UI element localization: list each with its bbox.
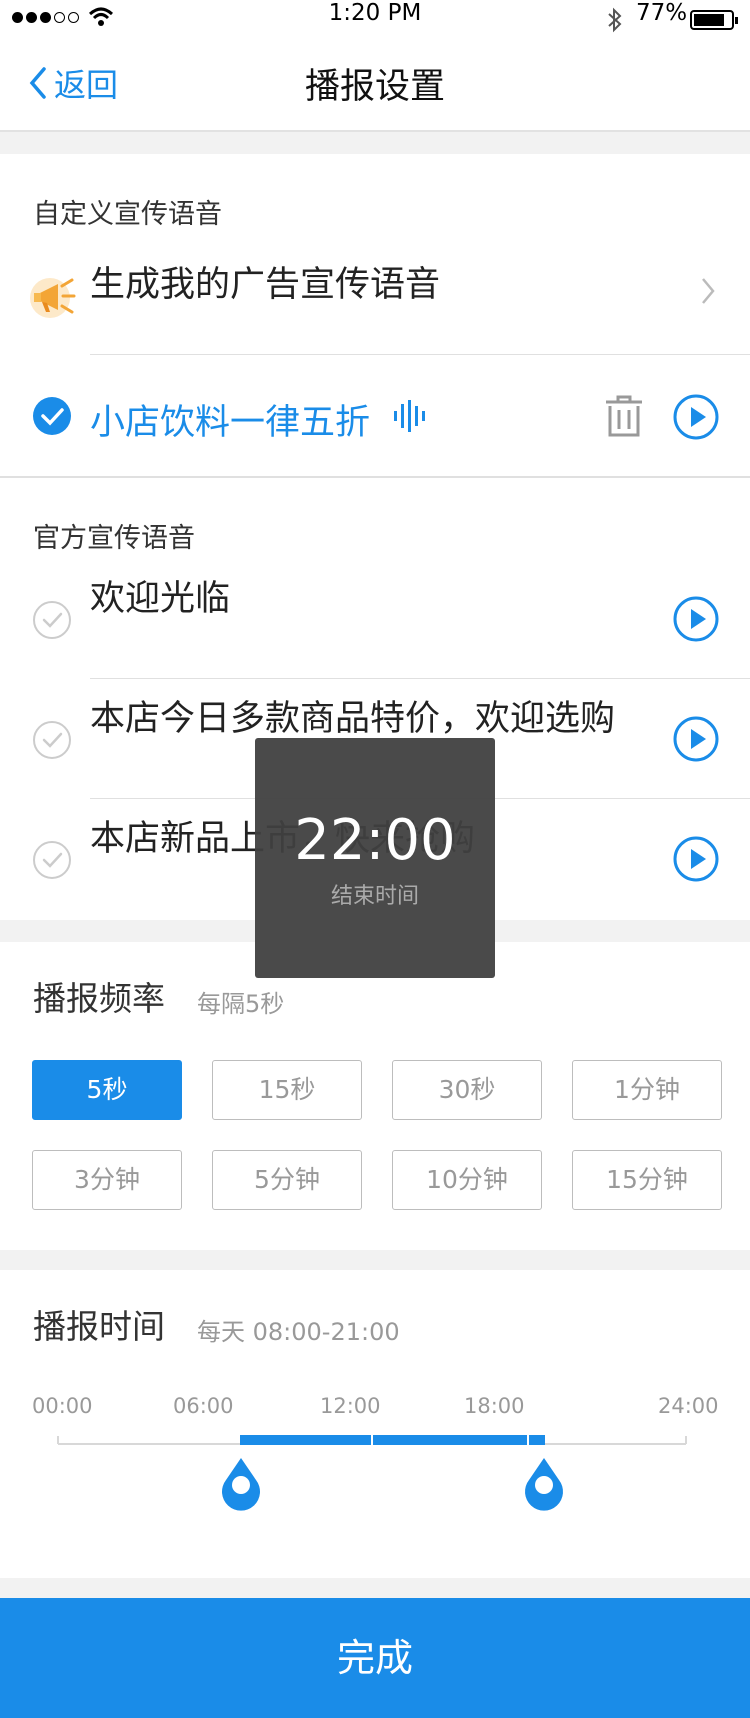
frequency-title: 播报频率	[33, 979, 165, 1018]
frequency-option[interactable]: 15秒	[212, 1060, 362, 1120]
battery-percent: 77%	[636, 0, 688, 26]
bluetooth-icon	[608, 7, 622, 33]
chevron-right-icon	[702, 278, 715, 304]
tick-label: 12:00	[320, 1394, 381, 1418]
play-icon[interactable]	[673, 836, 719, 882]
play-icon[interactable]	[673, 394, 719, 440]
page-title: 播报设置	[304, 67, 445, 107]
frequency-option[interactable]: 15分钟	[572, 1150, 722, 1210]
frequency-subtitle: 每隔5秒	[197, 990, 285, 1018]
schedule-title: 播报时间	[33, 1307, 165, 1346]
nav-bar: 返回 播报设置	[0, 40, 750, 132]
custom-section-title: 自定义宣传语音	[33, 199, 222, 230]
unchecked-circle-icon[interactable]	[32, 600, 72, 640]
frequency-option[interactable]: 10分钟	[392, 1150, 542, 1210]
tick-label: 18:00	[464, 1394, 525, 1418]
done-button[interactable]: 完成	[0, 1598, 750, 1718]
toast-label: 结束时间	[330, 884, 419, 909]
slider-start-handle[interactable]	[221, 1458, 260, 1511]
time-range-slider[interactable]	[0, 1420, 750, 1520]
frequency-section: 播报频率 每隔5秒 5秒 15秒 30秒 1分钟 3分钟 5分钟 10分钟 15…	[0, 942, 750, 1250]
frequency-option[interactable]: 5分钟	[212, 1150, 362, 1210]
tick-label: 00:00	[32, 1394, 93, 1418]
custom-voice-label: 小店饮料一律五折	[90, 403, 371, 443]
custom-voice-item[interactable]: 小店饮料一律五折	[0, 354, 750, 478]
tick-label: 24:00	[658, 1394, 719, 1418]
play-icon[interactable]	[673, 716, 719, 762]
official-voice-label: 欢迎光临	[90, 579, 231, 619]
play-icon[interactable]	[673, 596, 719, 642]
custom-voice-section: 自定义宣传语音 生成我的广告宣传语音 小店饮料一律五折	[0, 154, 750, 478]
sound-wave-icon	[394, 400, 425, 432]
frequency-option[interactable]: 5秒	[32, 1060, 182, 1120]
tick-label: 06:00	[173, 1394, 234, 1418]
status-bar: 1:20 PM 77%	[0, 0, 750, 40]
trash-icon[interactable]	[604, 394, 644, 438]
frequency-option[interactable]: 30秒	[392, 1060, 542, 1120]
battery-icon	[690, 10, 738, 30]
generate-ad-voice-label: 生成我的广告宣传语音	[90, 265, 441, 305]
frequency-option[interactable]: 3分钟	[32, 1150, 182, 1210]
official-voice-label: 本店今日多款商品特价，欢迎选购	[90, 699, 616, 739]
checked-circle-icon[interactable]	[32, 396, 72, 436]
unchecked-circle-icon[interactable]	[32, 720, 72, 760]
megaphone-icon	[30, 278, 76, 318]
official-section-title: 官方宣传语音	[33, 523, 195, 554]
official-voice-item[interactable]: 欢迎光临	[0, 564, 750, 678]
schedule-subtitle: 每天 08:00-21:00	[197, 1318, 400, 1346]
unchecked-circle-icon[interactable]	[32, 840, 72, 880]
generate-ad-voice-row[interactable]: 生成我的广告宣传语音	[0, 244, 750, 344]
frequency-option[interactable]: 1分钟	[572, 1060, 722, 1120]
toast-time: 22:00	[294, 808, 456, 873]
time-toast: 22:00 结束时间	[255, 738, 495, 978]
slider-end-handle[interactable]	[525, 1458, 564, 1511]
